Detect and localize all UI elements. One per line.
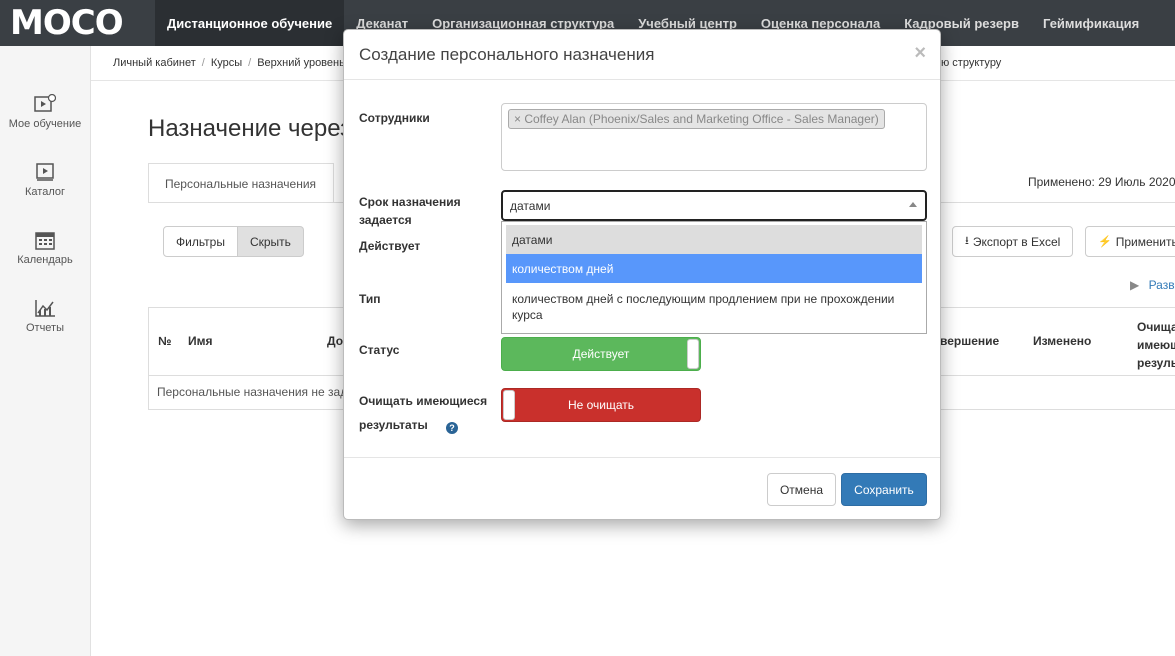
type-label: Тип <box>359 292 381 306</box>
term-label: Срок назначения задается <box>359 193 461 229</box>
active-label: Действует <box>359 239 421 253</box>
term-option-days[interactable]: количеством дней <box>506 254 922 283</box>
help-icon[interactable]: ? <box>446 422 458 434</box>
clear-results-toggle[interactable]: Не очищать <box>501 388 701 422</box>
term-label-line: задается <box>359 213 412 227</box>
clear-label-line: Очищать имеющиеся <box>359 394 488 408</box>
close-icon[interactable]: × <box>914 42 926 65</box>
employee-tag[interactable]: × Coffey Alan (Phoenix/Sales and Marketi… <box>508 109 885 129</box>
term-label-line: Срок назначения <box>359 195 461 209</box>
term-option-line: количеством дней с последующим продление… <box>512 292 895 306</box>
toggle-knob <box>687 339 699 369</box>
toggle-knob <box>503 390 515 420</box>
status-toggle-label: Действует <box>572 347 630 361</box>
save-button[interactable]: Сохранить <box>841 473 927 506</box>
term-dropdown: датами количеством дней количеством дней… <box>501 221 927 334</box>
employees-label: Сотрудники <box>359 111 430 125</box>
create-assignment-modal: Создание персонального назначения × Сотр… <box>343 29 941 520</box>
status-label: Статус <box>359 343 400 357</box>
clear-results-label: Очищать имеющиеся результаты <box>359 392 487 434</box>
term-option-days-extension[interactable]: количеством дней с последующим продление… <box>506 286 922 328</box>
term-option-line: курса <box>512 308 543 322</box>
clear-results-toggle-label: Не очищать <box>567 398 635 412</box>
modal-title: Создание персонального назначения <box>359 44 655 64</box>
status-toggle[interactable]: Действует <box>501 337 701 371</box>
term-select-value: датами <box>510 198 551 213</box>
employees-multiselect[interactable]: × Coffey Alan (Phoenix/Sales and Marketi… <box>501 103 927 171</box>
caret-up-icon <box>909 202 917 207</box>
clear-label-line: результаты <box>359 418 428 432</box>
modal-header: Создание персонального назначения × <box>344 30 940 80</box>
term-select[interactable]: датами <box>501 190 927 221</box>
term-option-dates[interactable]: датами <box>506 225 922 254</box>
cancel-button[interactable]: Отмена <box>767 473 836 506</box>
modal-footer-divider <box>344 457 940 458</box>
